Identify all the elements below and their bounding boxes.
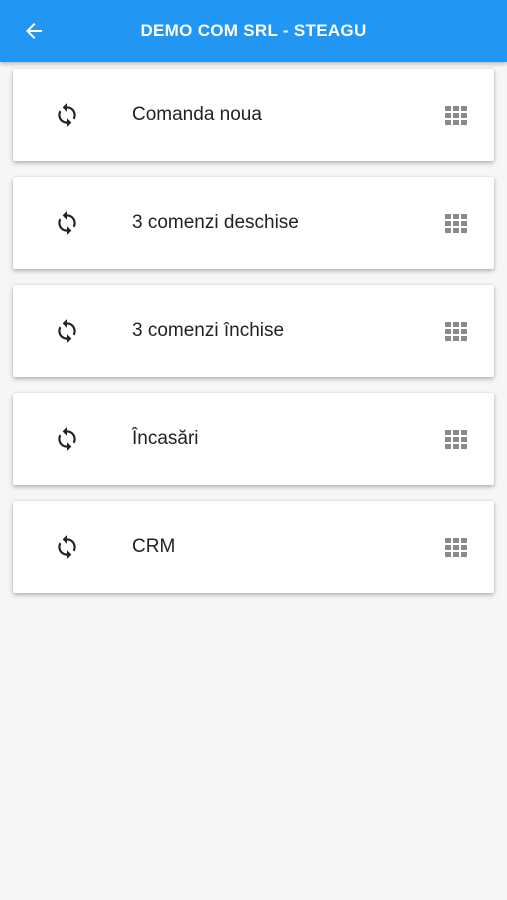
- menu-item-label: Încasări: [132, 428, 199, 449]
- grid-icon[interactable]: [445, 106, 467, 125]
- menu-item-label: Comanda noua: [132, 104, 262, 125]
- menu-item-comenzi-inchise[interactable]: 3 comenzi închise: [13, 285, 494, 377]
- menu-item-label: CRM: [132, 536, 176, 557]
- sync-icon: [51, 531, 83, 563]
- menu-item-crm[interactable]: CRM: [13, 501, 494, 593]
- sync-icon: [51, 315, 83, 347]
- grid-icon[interactable]: [445, 322, 467, 341]
- menu-list: Comanda noua 3 comenzi deschise 3 comenz…: [13, 69, 494, 609]
- app-bar: DEMO COM SRL - STEAGU: [0, 0, 507, 62]
- menu-item-label: 3 comenzi deschise: [132, 212, 299, 233]
- page-title: DEMO COM SRL - STEAGU: [140, 21, 367, 40]
- menu-item-incasari[interactable]: Încasări: [13, 393, 494, 485]
- menu-item-comenzi-deschise[interactable]: 3 comenzi deschise: [13, 177, 494, 269]
- menu-item-comanda-noua[interactable]: Comanda noua: [13, 69, 494, 161]
- grid-icon[interactable]: [445, 430, 467, 449]
- menu-item-label: 3 comenzi închise: [132, 320, 285, 341]
- sync-icon: [51, 423, 83, 455]
- grid-icon[interactable]: [445, 538, 467, 557]
- grid-icon[interactable]: [445, 214, 467, 233]
- sync-icon: [51, 207, 83, 239]
- sync-icon: [51, 99, 83, 131]
